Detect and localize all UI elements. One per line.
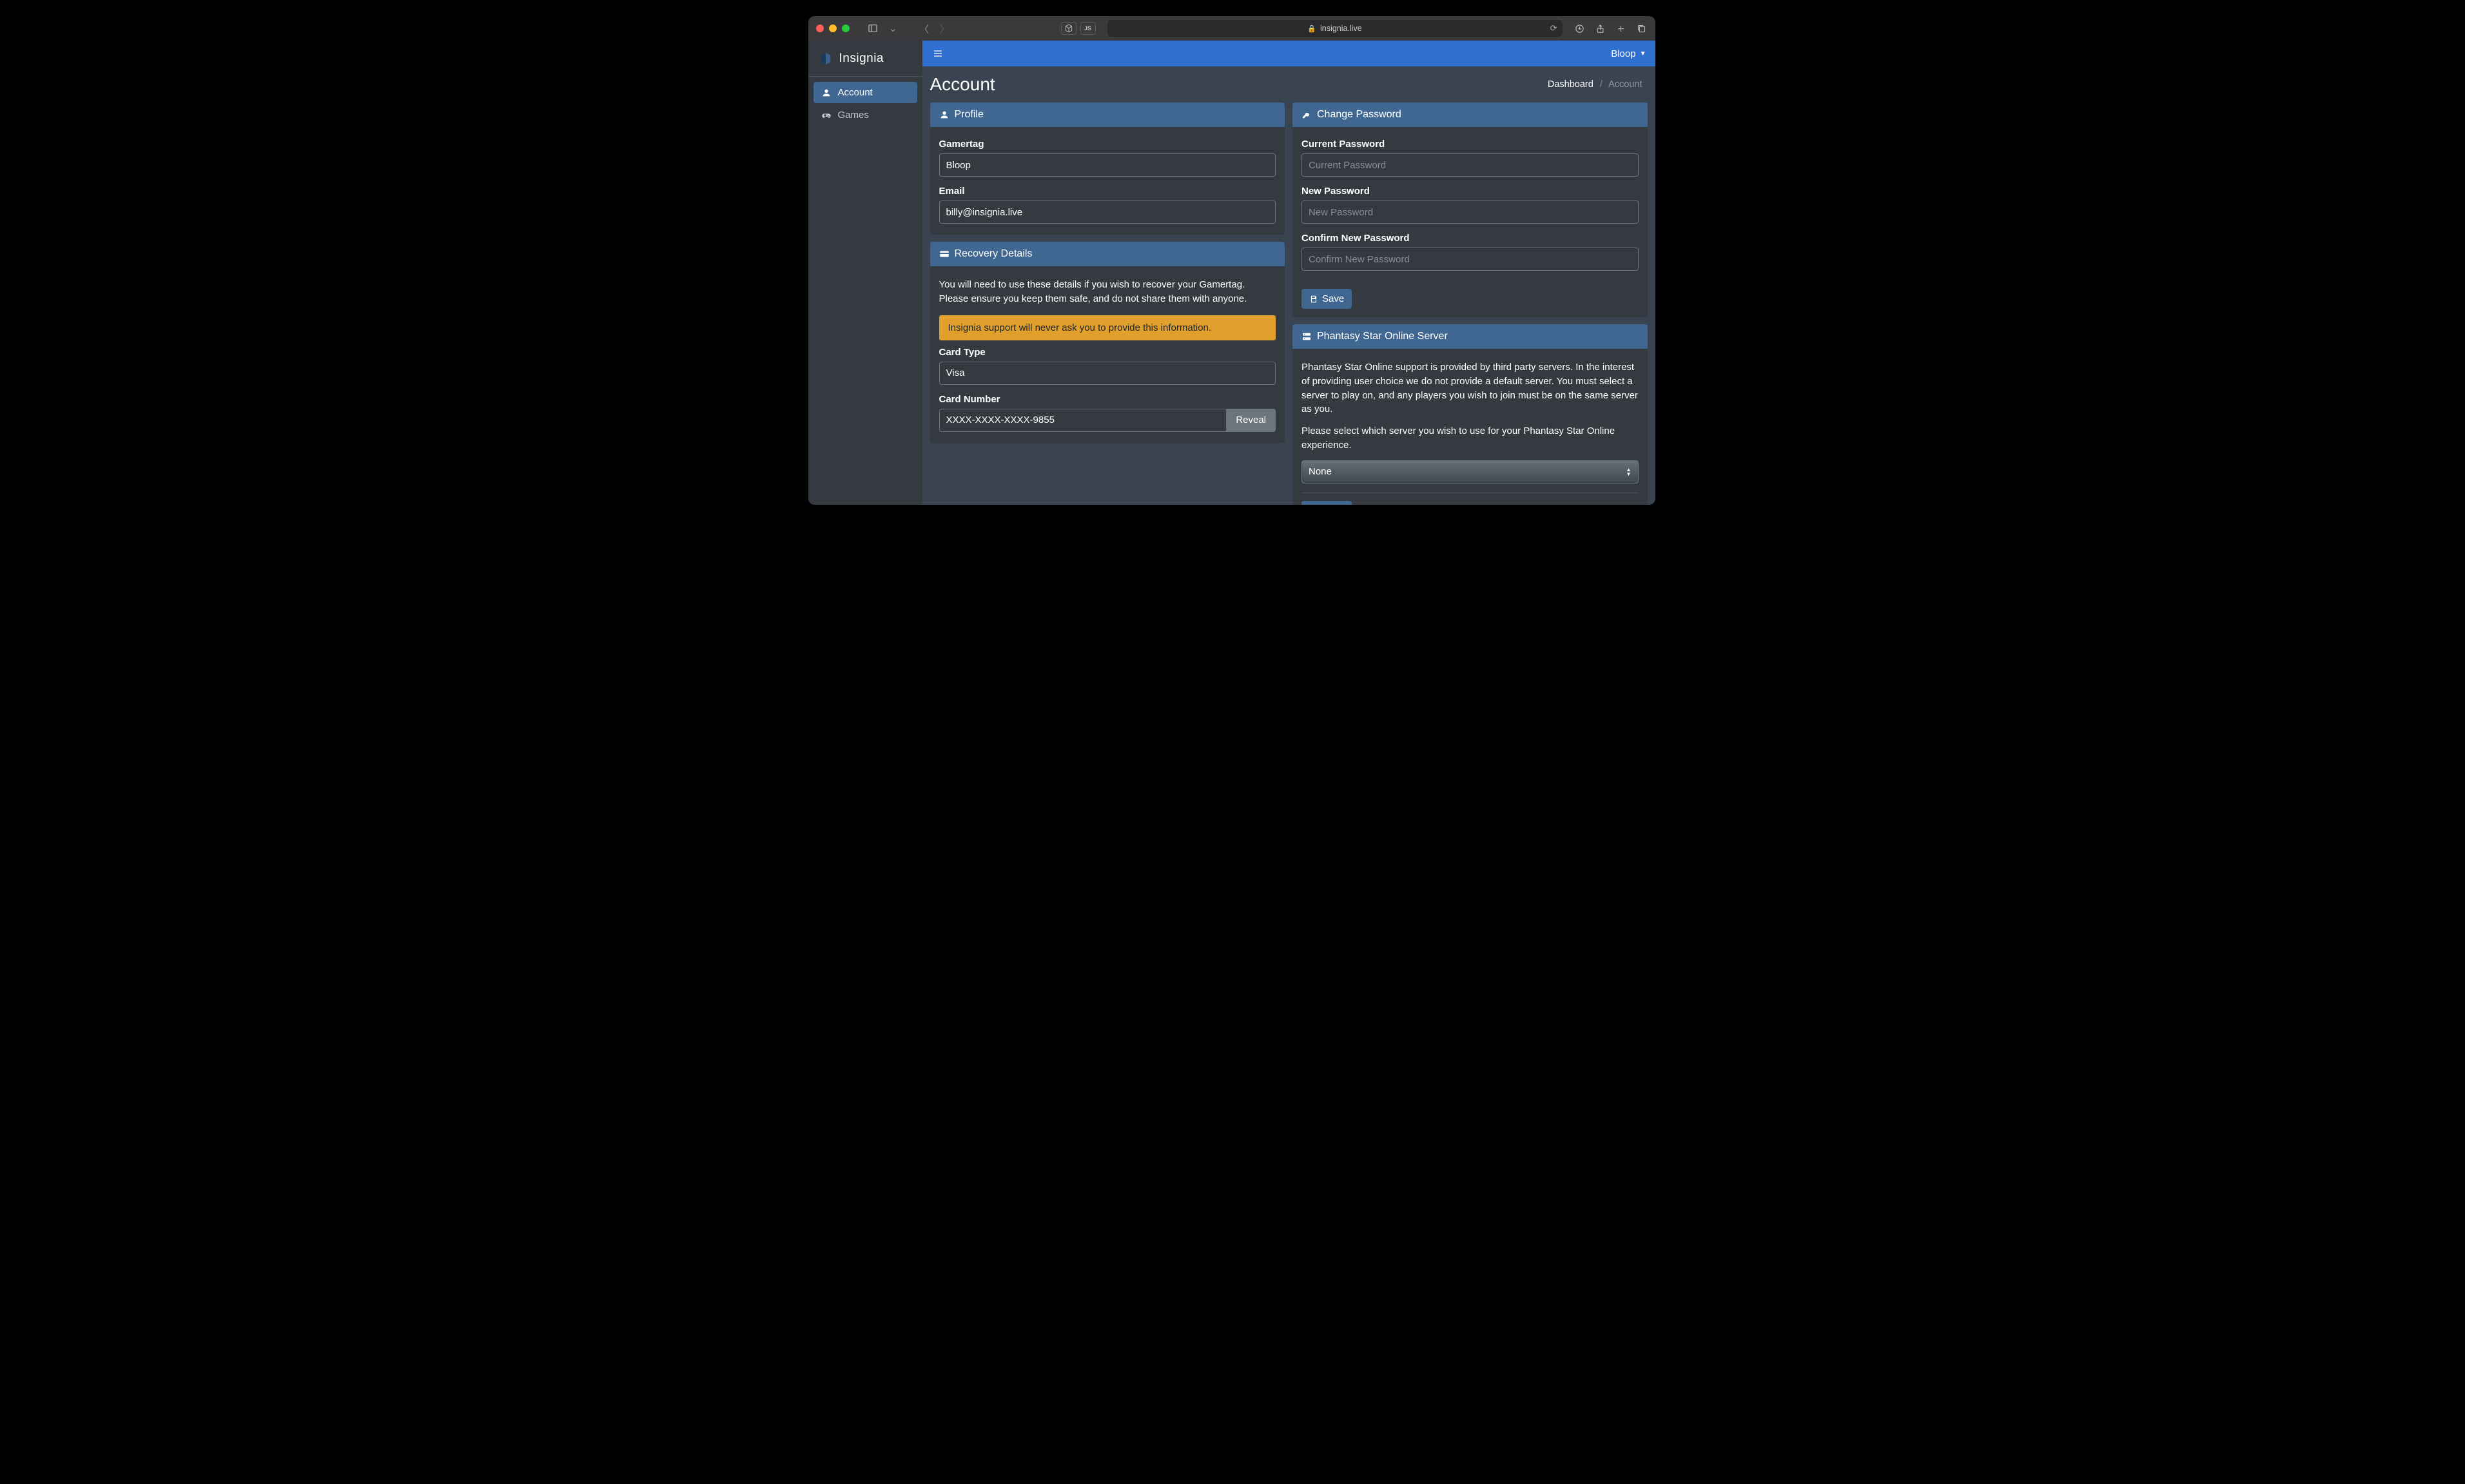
card-title: Recovery Details — [955, 248, 1033, 260]
gamertag-label: Gamertag — [939, 139, 1276, 150]
url-host: insignia.live — [1320, 24, 1362, 33]
card-title: Profile — [955, 109, 984, 121]
page-title: Account — [930, 74, 995, 95]
user-menu[interactable]: Bloop ▼ — [1611, 48, 1646, 59]
brand[interactable]: Insignia — [808, 41, 922, 77]
profile-card: Profile Gamertag Email — [930, 103, 1285, 234]
email-field[interactable] — [939, 200, 1276, 224]
current-password-label: Current Password — [1301, 139, 1639, 150]
topbar: Bloop ▼ — [922, 41, 1655, 66]
reveal-button[interactable]: Reveal — [1226, 409, 1276, 432]
breadcrumb-separator: / — [1596, 79, 1606, 90]
recovery-help-text: You will need to use these details if yo… — [939, 278, 1276, 306]
downloads-icon[interactable] — [1574, 23, 1586, 34]
card-type-field[interactable] — [939, 362, 1276, 385]
new-password-label: New Password — [1301, 186, 1639, 197]
recovery-card-header: Recovery Details — [930, 242, 1285, 266]
pso-header: Phantasy Star Online Server — [1292, 324, 1648, 349]
app-sidebar: Insignia Account Games — [808, 41, 922, 505]
recovery-warning: Insignia support will never ask you to p… — [939, 315, 1276, 340]
sidebar-item-label: Account — [838, 87, 873, 98]
new-tab-icon[interactable] — [1615, 23, 1627, 34]
caret-down-icon: ▼ — [1640, 50, 1646, 57]
card-icon — [939, 249, 950, 259]
brand-logo-icon — [819, 52, 833, 66]
extension-cube-icon[interactable] — [1061, 22, 1077, 35]
card-number-field[interactable] — [939, 409, 1227, 432]
user-icon — [939, 110, 950, 120]
breadcrumb-current: Account — [1608, 79, 1642, 90]
sidebar-item-games[interactable]: Games — [814, 104, 917, 126]
new-password-input[interactable] — [1301, 200, 1639, 224]
server-icon — [1301, 331, 1312, 342]
save-password-button[interactable]: Save — [1301, 289, 1352, 309]
window-controls — [816, 24, 850, 32]
save-label: Save — [1322, 293, 1344, 304]
tabs-overview-icon[interactable] — [1636, 23, 1648, 34]
share-icon[interactable] — [1595, 23, 1606, 34]
card-title: Change Password — [1317, 109, 1401, 121]
card-title: Phantasy Star Online Server — [1317, 331, 1448, 342]
minimize-window-button[interactable] — [829, 24, 837, 32]
gamepad-icon — [821, 110, 832, 121]
sidebar-item-label: Games — [838, 110, 869, 121]
breadcrumb-root[interactable]: Dashboard — [1548, 79, 1593, 90]
reload-icon[interactable]: ⟳ — [1550, 23, 1557, 34]
sidebar-toggle-icon[interactable] — [865, 21, 881, 36]
pso-card: Phantasy Star Online Server Phantasy Sta… — [1292, 324, 1648, 505]
key-icon — [1301, 110, 1312, 120]
hamburger-button[interactable] — [931, 47, 944, 60]
extension-js-icon[interactable]: JS — [1080, 22, 1096, 35]
profile-card-header: Profile — [930, 103, 1285, 127]
change-password-header: Change Password — [1292, 103, 1648, 127]
dropdown-chevron-icon[interactable]: ⌄ — [886, 21, 901, 36]
gamertag-field[interactable] — [939, 153, 1276, 177]
brand-name: Insignia — [839, 52, 884, 66]
save-icon — [1309, 295, 1318, 304]
zoom-window-button[interactable] — [842, 24, 850, 32]
pso-server-select[interactable]: None — [1301, 460, 1639, 483]
lock-icon: 🔒 — [1307, 24, 1316, 33]
save-pso-button[interactable]: Save — [1301, 501, 1352, 505]
forward-button[interactable]: 〉 — [937, 21, 953, 36]
pso-help-1: Phantasy Star Online support is provided… — [1301, 360, 1639, 416]
titlebar: ⌄ 〈 〉 JS 🔒 insignia.live ⟳ — [808, 16, 1655, 41]
user-name: Bloop — [1611, 48, 1635, 59]
toolbar-right — [1574, 23, 1648, 34]
pso-help-2: Please select which server you wish to u… — [1301, 424, 1639, 453]
close-window-button[interactable] — [816, 24, 824, 32]
extension-icons: JS — [1061, 22, 1096, 35]
change-password-card: Change Password Current Password New Pas… — [1292, 103, 1648, 317]
sidebar-item-account[interactable]: Account — [814, 82, 917, 103]
back-button[interactable]: 〈 — [917, 21, 932, 36]
card-type-label: Card Type — [939, 347, 1276, 358]
current-password-input[interactable] — [1301, 153, 1639, 177]
card-number-label: Card Number — [939, 394, 1276, 405]
recovery-card: Recovery Details You will need to use th… — [930, 242, 1285, 442]
browser-window: ⌄ 〈 〉 JS 🔒 insignia.live ⟳ — [808, 16, 1655, 505]
email-label: Email — [939, 186, 1276, 197]
user-icon — [821, 88, 832, 98]
confirm-password-input[interactable] — [1301, 248, 1639, 271]
confirm-password-label: Confirm New Password — [1301, 233, 1639, 244]
address-bar[interactable]: 🔒 insignia.live ⟳ — [1107, 20, 1563, 37]
breadcrumb: Dashboard / Account — [1548, 79, 1642, 90]
